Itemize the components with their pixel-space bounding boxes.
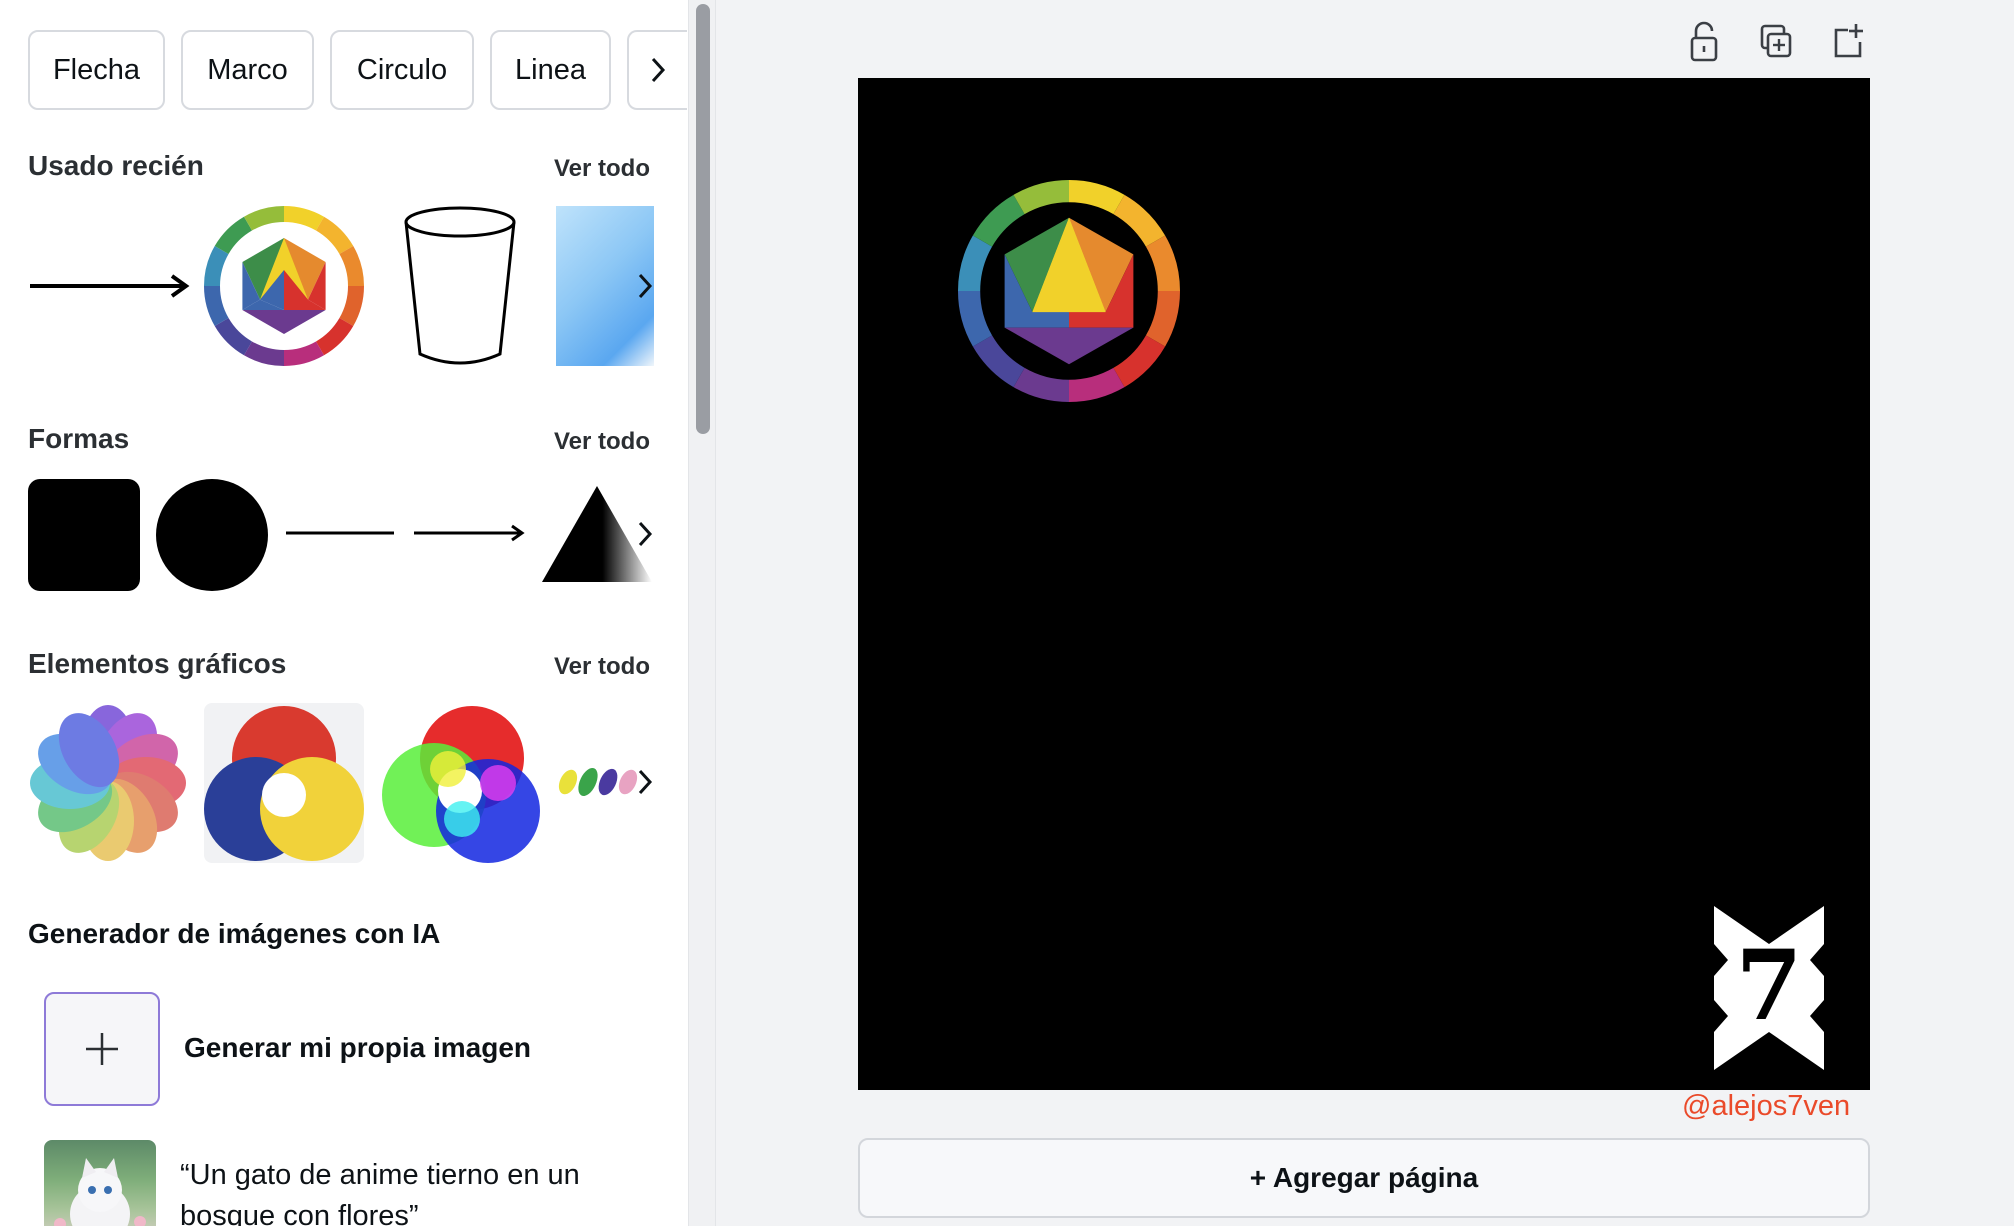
- chip-label: Linea: [515, 53, 586, 86]
- recent-next-icon[interactable]: [636, 272, 654, 300]
- generate-image-button[interactable]: [44, 992, 160, 1106]
- ai-prompt-example-image[interactable]: [44, 1140, 156, 1226]
- panel-scrollbar[interactable]: [688, 0, 716, 1226]
- chip-label: Marco: [207, 53, 288, 86]
- generate-image-label[interactable]: Generar mi propia imagen: [184, 1032, 531, 1064]
- see-all-shapes-link[interactable]: Ver todo: [554, 428, 650, 456]
- chip-label: Circulo: [356, 53, 448, 86]
- chip-circulo[interactable]: Circulo: [330, 30, 474, 110]
- elements-panel: Flecha Marco Circulo Linea Usado recién …: [0, 0, 688, 1226]
- shape-square-thumb[interactable]: [28, 479, 140, 591]
- ai-prompt-example-text[interactable]: “Un gato de anime tierno en un bosque co…: [180, 1155, 640, 1226]
- see-all-recent-link[interactable]: Ver todo: [554, 155, 650, 183]
- page-toolbar: [1670, 18, 1863, 68]
- graphics-next-icon[interactable]: [636, 768, 654, 796]
- add-page-button[interactable]: + Agregar página: [858, 1138, 1870, 1218]
- panel-scrollbar-thumb[interactable]: [696, 4, 710, 434]
- chip-marco[interactable]: Marco: [181, 30, 314, 110]
- chip-flecha[interactable]: Flecha: [28, 30, 165, 110]
- add-page-label: + Agregar página: [1249, 1162, 1479, 1193]
- logo-digit: 7: [1735, 929, 1803, 1042]
- recent-arrow-thumb[interactable]: [28, 270, 192, 302]
- chevron-right-icon: [651, 57, 666, 83]
- add-page-icon[interactable]: [1826, 18, 1870, 68]
- section-title-shapes: Formas: [28, 423, 130, 454]
- duplicate-page-icon[interactable]: [1754, 18, 1798, 68]
- unlock-icon[interactable]: [1682, 18, 1726, 68]
- chips-next-button[interactable]: [627, 30, 687, 110]
- canvas-color-wheel[interactable]: [958, 180, 1180, 402]
- section-title-graphics: Elementos gráficos: [28, 648, 287, 679]
- x7-logo[interactable]: 7: [1712, 904, 1826, 1072]
- chip-label: Flecha: [52, 53, 141, 86]
- graphic-color-spiral-thumb[interactable]: [28, 703, 188, 863]
- graphic-subtractive-venn-thumb[interactable]: [204, 703, 364, 863]
- section-title-ai: Generador de imágenes con IA: [28, 918, 441, 949]
- graphic-additive-venn-thumb[interactable]: [380, 703, 540, 863]
- shapes-next-icon[interactable]: [636, 520, 654, 548]
- recent-color-wheel-thumb[interactable]: [204, 206, 364, 366]
- chip-linea[interactable]: Linea: [490, 30, 611, 110]
- plus-icon: [86, 1033, 118, 1065]
- shape-circle-thumb[interactable]: [156, 479, 268, 591]
- shape-arrow-line-thumb[interactable]: [412, 521, 526, 545]
- section-title-recent: Usado recién: [28, 150, 204, 181]
- watermark-handle: @alejos7ven: [1682, 1090, 1851, 1122]
- recent-cup-outline-thumb[interactable]: [400, 204, 520, 368]
- design-page-canvas[interactable]: 7: [858, 78, 1870, 1090]
- shape-line-thumb[interactable]: [284, 527, 396, 539]
- see-all-graphics-link[interactable]: Ver todo: [554, 653, 650, 681]
